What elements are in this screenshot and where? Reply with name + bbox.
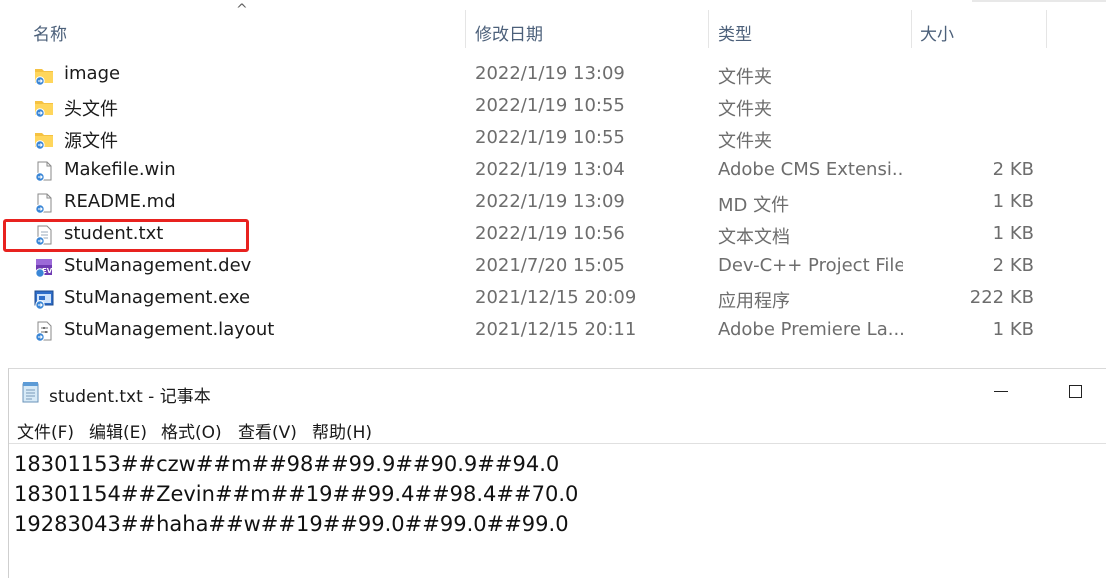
column-header-size[interactable]: 大小 — [912, 0, 1046, 48]
notepad-menu-bar: 文件(F) 编辑(E) 格式(O) 查看(V) 帮助(H) — [9, 409, 1106, 444]
file-row[interactable]: 头文件 2022/1/19 10:55 文件夹 — [0, 91, 1050, 123]
file-type: 文本文档 — [718, 227, 790, 248]
file-size: 222 KB — [969, 287, 1034, 308]
column-header-size-label: 大小 — [920, 25, 954, 45]
column-header-date[interactable]: 修改日期 — [466, 0, 708, 48]
file-row[interactable]: image 2022/1/19 13:09 文件夹 — [0, 59, 1050, 91]
menu-format[interactable]: 格式(O) — [161, 418, 222, 443]
file-modified-date: 2022/1/19 10:55 — [475, 127, 625, 148]
file-row[interactable]: StuManagement.exe 2021/12/15 20:09 应用程序 222… — [0, 283, 1050, 315]
text-line: 18301153##czw##m##98##99.9##90.9##94.0 — [14, 452, 560, 476]
menu-file[interactable]: 文件(F) — [17, 418, 74, 443]
file-type: 文件夹 — [718, 99, 772, 120]
file-type: MD 文件 — [718, 195, 790, 216]
file-type: 文件夹 — [718, 131, 772, 152]
file-explorer: ^ 名称 修改日期 类型 大小 image 2022/1/19 13:09 文件夹头… — [0, 0, 1106, 368]
file-row[interactable]: README.md 2022/1/19 13:09 MD 文件 1 KB — [0, 187, 1050, 219]
file-name: 头文件 — [64, 99, 118, 120]
notepad-window: student.txt - 记事本 文件(F) 编辑(E) 格式(O) 查看(V) 帮助… — [8, 368, 1106, 578]
column-header-type[interactable]: 类型 — [709, 0, 911, 48]
exe-icon — [33, 288, 55, 310]
menu-help[interactable]: 帮助(H) — [312, 418, 372, 443]
file-name: StuManagement.layout — [64, 319, 275, 340]
file-type: 应用程序 — [718, 291, 790, 312]
text-line: 19283043##haha##w##19##99.0##99.0##99.0 — [14, 512, 569, 536]
file-row[interactable]: 源文件 2022/1/19 10:55 文件夹 — [0, 123, 1050, 155]
file-type: Adobe CMS Extensi... — [718, 159, 903, 180]
notepad-window-title: student.txt - 记事本 — [49, 387, 211, 407]
text-line: 18301154##Zevin##m##19##99.4##98.4##70.0 — [14, 482, 579, 506]
folder-icon — [33, 128, 55, 150]
file-row[interactable]: StuManagement.layout 2021/12/15 20:11 Adob… — [0, 315, 1050, 347]
folder-icon — [33, 96, 55, 118]
file-name: 源文件 — [64, 131, 118, 152]
file-modified-date: 2022/1/19 13:09 — [475, 191, 625, 212]
column-header-name[interactable]: 名称 — [0, 0, 465, 48]
file-name: README.md — [64, 191, 176, 212]
layout-file-icon — [33, 320, 55, 342]
column-header-date-label: 修改日期 — [475, 25, 543, 45]
file-type: 文件夹 — [718, 67, 772, 88]
file-name: Makefile.win — [64, 159, 176, 180]
maximize-button[interactable] — [1063, 375, 1103, 409]
devcpp-project-icon: EV — [33, 256, 55, 278]
file-icon — [33, 192, 55, 214]
file-icon — [33, 160, 55, 182]
file-size: 2 KB — [992, 255, 1034, 276]
red-highlight-box — [3, 219, 249, 252]
file-name: StuManagement.dev — [64, 255, 252, 276]
file-size: 1 KB — [992, 223, 1034, 244]
notepad-icon — [21, 381, 41, 403]
notepad-text-area[interactable]: 18301153##czw##m##98##99.9##90.9##94.0 18… — [14, 449, 578, 539]
folder-icon — [33, 64, 55, 86]
file-size: 1 KB — [992, 191, 1034, 212]
minimize-button[interactable] — [984, 375, 1024, 409]
file-modified-date: 2022/1/19 10:56 — [475, 223, 625, 244]
file-size: 1 KB — [992, 319, 1034, 340]
file-modified-date: 2021/12/15 20:11 — [475, 319, 637, 340]
file-modified-date: 2021/7/20 15:05 — [475, 255, 625, 276]
menu-view[interactable]: 查看(V) — [238, 418, 297, 443]
file-type: Adobe Premiere La... — [718, 319, 903, 340]
file-modified-date: 2022/1/19 13:09 — [475, 63, 625, 84]
file-modified-date: 2022/1/19 10:55 — [475, 95, 625, 116]
notepad-title-bar[interactable]: student.txt - 记事本 — [9, 369, 1106, 409]
column-header-name-label: 名称 — [33, 25, 67, 45]
column-separator[interactable] — [1046, 10, 1047, 48]
file-name: image — [64, 63, 121, 84]
file-modified-date: 2021/12/15 20:09 — [475, 287, 637, 308]
menu-edit[interactable]: 编辑(E) — [89, 418, 147, 443]
column-header-type-label: 类型 — [718, 25, 752, 45]
file-row[interactable]: EV StuManagement.dev 2021/7/20 15:05 Dev-C+… — [0, 251, 1050, 283]
file-modified-date: 2022/1/19 13:04 — [475, 159, 625, 180]
file-size: 2 KB — [992, 159, 1034, 180]
file-name: StuManagement.exe — [64, 287, 251, 308]
file-row[interactable]: Makefile.win 2022/1/19 13:04 Adobe CMS Ext… — [0, 155, 1050, 187]
file-type: Dev-C++ Project File — [718, 255, 903, 276]
